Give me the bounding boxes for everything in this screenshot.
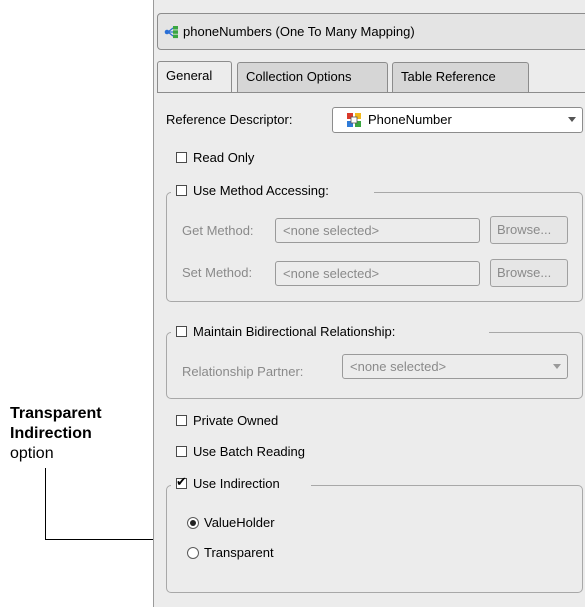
get-method-browse-label: Browse... bbox=[497, 222, 552, 237]
set-method-browse-label: Browse... bbox=[497, 265, 552, 280]
callout-line-1: Transparent bbox=[10, 405, 102, 422]
get-method-value: <none selected> bbox=[283, 223, 380, 238]
set-method-field[interactable]: <none selected> bbox=[275, 261, 480, 286]
valueholder-label: ValueHolder bbox=[204, 515, 275, 530]
reference-descriptor-combo[interactable]: PhoneNumber bbox=[332, 107, 583, 133]
use-indirection-label: Use Indirection bbox=[193, 476, 280, 491]
transparent-radio[interactable] bbox=[187, 547, 199, 559]
relationship-partner-combo[interactable]: <none selected> bbox=[342, 354, 568, 379]
read-only-checkbox[interactable] bbox=[176, 152, 187, 163]
mapping-title: phoneNumbers (One To Many Mapping) bbox=[183, 24, 415, 39]
tab-table-reference-label: Table Reference bbox=[401, 69, 496, 84]
one-to-many-mapping-icon bbox=[164, 26, 178, 39]
maintain-bidirectional-checkbox[interactable] bbox=[176, 326, 187, 337]
tab-divider bbox=[157, 92, 585, 93]
checkmark-icon: ✔ bbox=[176, 474, 187, 489]
reference-descriptor-label: Reference Descriptor: bbox=[166, 112, 293, 127]
tab-collection-options-label: Collection Options bbox=[246, 69, 352, 84]
callout-line-2: Indirection bbox=[10, 425, 92, 442]
indirection-group bbox=[166, 485, 583, 593]
get-method-browse-button[interactable]: Browse... bbox=[490, 216, 568, 244]
descriptor-icon bbox=[347, 113, 361, 127]
radio-selected-dot bbox=[190, 520, 196, 526]
relationship-partner-label: Relationship Partner: bbox=[182, 364, 304, 379]
use-method-accessing-checkbox[interactable] bbox=[176, 185, 187, 196]
get-method-label: Get Method: bbox=[182, 223, 254, 238]
tab-general-label: General bbox=[166, 68, 213, 83]
read-only-label: Read Only bbox=[193, 150, 255, 165]
chevron-down-icon[interactable] bbox=[568, 117, 576, 122]
chevron-down-icon[interactable] bbox=[553, 364, 561, 369]
use-indirection-checkbox[interactable]: ✔ bbox=[176, 474, 187, 489]
set-method-label: Set Method: bbox=[182, 265, 253, 280]
set-method-browse-button[interactable]: Browse... bbox=[490, 259, 568, 287]
maintain-bidirectional-label: Maintain Bidirectional Relationship: bbox=[193, 324, 396, 339]
tab-table-reference[interactable]: Table Reference bbox=[392, 62, 529, 92]
mapping-title-bar: phoneNumbers (One To Many Mapping) bbox=[157, 13, 585, 50]
tab-collection-options[interactable]: Collection Options bbox=[237, 62, 388, 92]
use-batch-reading-checkbox[interactable] bbox=[176, 446, 187, 457]
callout-line-3: option bbox=[10, 445, 54, 462]
transparent-label: Transparent bbox=[204, 545, 274, 560]
valueholder-radio[interactable] bbox=[187, 517, 199, 529]
callout-leader-vertical bbox=[45, 468, 46, 540]
reference-descriptor-value: PhoneNumber bbox=[368, 112, 452, 127]
callout-annotation: Transparent Indirection option bbox=[10, 404, 102, 464]
get-method-field[interactable]: <none selected> bbox=[275, 218, 480, 243]
tab-general[interactable]: General bbox=[157, 61, 232, 93]
use-method-accessing-label: Use Method Accessing: bbox=[193, 183, 329, 198]
relationship-partner-value: <none selected> bbox=[350, 359, 447, 374]
private-owned-checkbox[interactable] bbox=[176, 415, 187, 426]
private-owned-label: Private Owned bbox=[193, 413, 279, 428]
use-batch-reading-label: Use Batch Reading bbox=[193, 444, 306, 459]
set-method-value: <none selected> bbox=[283, 266, 380, 281]
